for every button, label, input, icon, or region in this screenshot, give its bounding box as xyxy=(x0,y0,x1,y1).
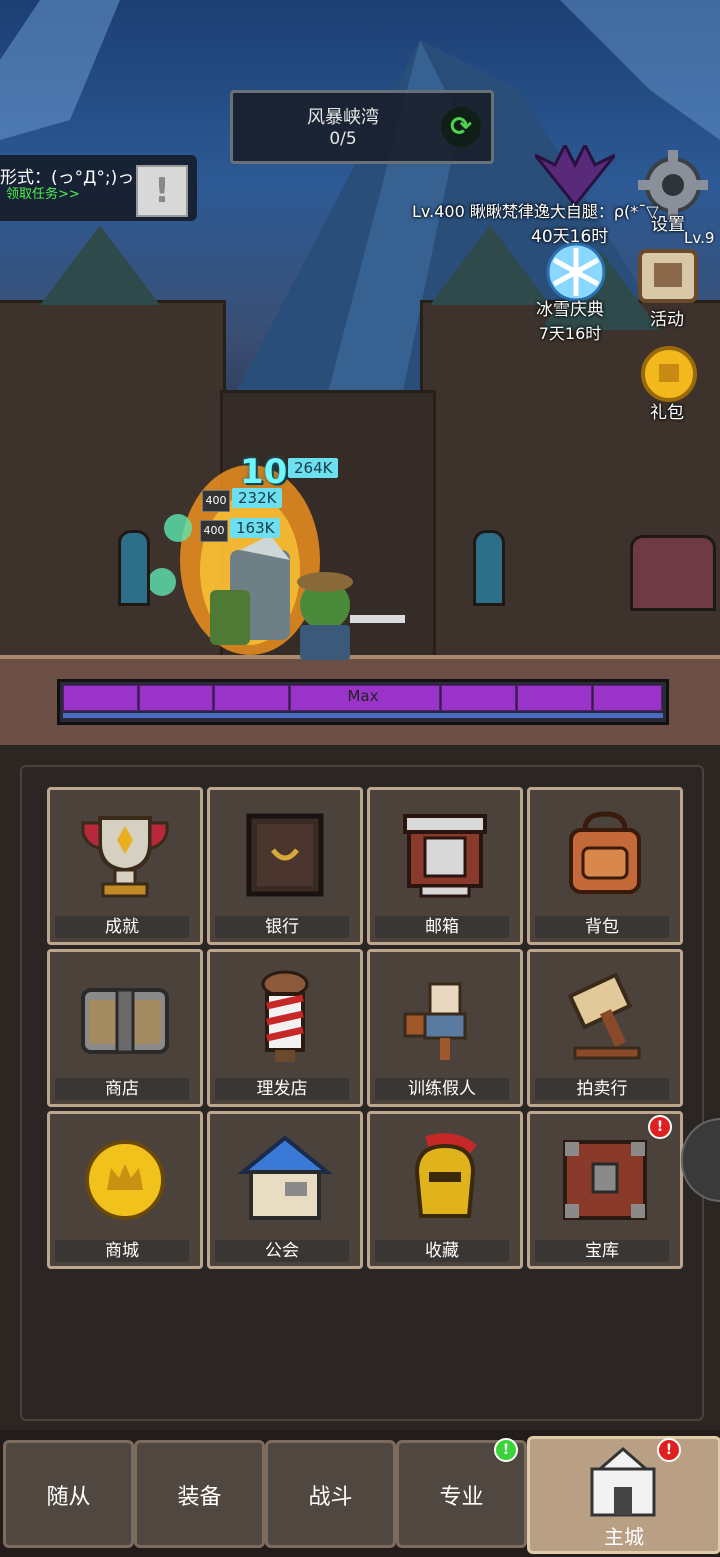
tile-label: 训练假人 xyxy=(375,1078,509,1100)
tile-label: 理发店 xyxy=(215,1078,349,1100)
hp-sub-bar xyxy=(63,713,663,718)
tile-label: 收藏 xyxy=(375,1240,509,1262)
claim-quest-link[interactable]: 领取任务>> xyxy=(6,183,80,202)
gavel-icon xyxy=(567,972,641,1060)
mailbox-icon xyxy=(403,814,487,898)
training-dummy-icon xyxy=(403,982,467,1060)
tile-label: 商店 xyxy=(55,1078,189,1100)
nav-label: 战斗 xyxy=(308,1485,353,1510)
stage-name: 风暴峡湾 xyxy=(307,107,379,128)
crown-coin-icon xyxy=(85,1140,165,1220)
window xyxy=(118,530,150,606)
gift-button[interactable]: 礼包 xyxy=(650,398,684,423)
scroll-icon[interactable] xyxy=(632,245,704,307)
trophy-icon xyxy=(81,816,169,898)
achievement-tile[interactable]: 成就 xyxy=(47,787,203,945)
roof-left xyxy=(40,225,160,305)
settings-label: 设置 xyxy=(651,215,685,235)
nav-label: 专业 xyxy=(439,1485,484,1510)
settings-button[interactable]: 设置 xyxy=(651,210,685,235)
nav-equipment[interactable]: 装备 xyxy=(134,1440,265,1548)
auction-tile[interactable]: 拍卖行 xyxy=(527,949,683,1107)
snow-festival-button[interactable]: 冰雪庆典 7天16时 xyxy=(536,295,604,344)
refresh-icon[interactable]: ⟳ xyxy=(441,107,481,147)
vault-crate-icon xyxy=(563,1140,647,1220)
tile-label: 银行 xyxy=(215,916,349,938)
mall-tile[interactable]: 商城 xyxy=(47,1111,203,1269)
activity-label: 活动 xyxy=(650,310,684,330)
snow-festival-timer: 7天16时 xyxy=(538,324,602,343)
quest-panel[interactable]: 形式：(っ°Д°;)っ 领取任务>> ! xyxy=(0,155,197,221)
backpack-tile[interactable]: 背包 xyxy=(527,787,683,945)
doorway xyxy=(630,535,716,611)
chest-icon xyxy=(81,988,169,1054)
activity-button[interactable]: 活动 xyxy=(650,305,684,330)
damage-number: 163K xyxy=(230,518,281,538)
damage-number: 264K xyxy=(288,458,339,478)
tile-label: 商城 xyxy=(55,1240,189,1262)
guild-house-icon xyxy=(237,1135,333,1220)
guild-tile[interactable]: 公会 xyxy=(207,1111,363,1269)
hp-bar: Max xyxy=(57,679,669,725)
nav-label: 随从 xyxy=(46,1485,91,1510)
barber-pole-icon xyxy=(261,970,309,1062)
stage-panel: 风暴峡湾 0/5 ⟳ xyxy=(230,90,494,164)
training-dummy-tile[interactable]: 训练假人 xyxy=(367,949,523,1107)
bank-tile[interactable]: 银行 xyxy=(207,787,363,945)
hp-max-label: Max xyxy=(347,687,379,705)
castle-icon xyxy=(590,1447,656,1517)
backpack-icon xyxy=(569,811,641,894)
tile-label: 邮箱 xyxy=(375,916,509,938)
tile-label: 拍卖行 xyxy=(535,1078,669,1100)
tile-label: 宝库 xyxy=(535,1240,669,1262)
snowflake-icon[interactable] xyxy=(540,242,612,302)
shop-tile[interactable]: 商店 xyxy=(47,949,203,1107)
bottom-nav: 随从 装备 战斗 专业 ! 主城 ! xyxy=(0,1430,720,1557)
snow-festival-label: 冰雪庆典 xyxy=(536,300,604,320)
exclamation-icon[interactable]: ! xyxy=(136,165,188,217)
tile-label: 成就 xyxy=(55,916,189,938)
player-info: Lv.400 瞅瞅梵律逸大自腿：ρ(*ˉ▽ xyxy=(412,202,659,221)
gold-coin-icon[interactable] xyxy=(640,345,698,403)
nav-followers[interactable]: 随从 xyxy=(3,1440,134,1548)
collection-tile[interactable]: 收藏 xyxy=(367,1111,523,1269)
main-city-alert-badge: ! xyxy=(657,1438,681,1462)
damage-number: 232K xyxy=(232,488,283,508)
city-menu-panel: 成就 银行 邮箱 背包 商店 理发店 训练假人 拍卖行 商城 公会 收藏 宝库 xyxy=(20,765,704,1421)
safe-icon xyxy=(246,813,324,897)
stage-progress: 0/5 xyxy=(329,129,357,149)
helmet-icon xyxy=(414,1133,477,1218)
profession-alert-badge: ! xyxy=(494,1438,518,1462)
battle-scene: 10 264K 400 232K 400 163K 风暴峡湾 0/5 ⟳ 形式：… xyxy=(0,0,720,745)
gift-label: 礼包 xyxy=(650,403,684,423)
nav-battle[interactable]: 战斗 xyxy=(265,1440,396,1548)
nav-label: 主城 xyxy=(604,1525,644,1549)
level-tag: 400 xyxy=(200,520,228,542)
combo-counter: 10 xyxy=(240,452,288,492)
level-tag: 400 xyxy=(202,490,230,512)
nav-label: 装备 xyxy=(177,1485,222,1510)
nav-main-city[interactable]: 主城 xyxy=(527,1436,720,1554)
tile-label: 背包 xyxy=(535,916,669,938)
barber-tile[interactable]: 理发店 xyxy=(207,949,363,1107)
vault-alert-badge: ! xyxy=(648,1115,672,1139)
tile-label: 公会 xyxy=(215,1240,349,1262)
mailbox-tile[interactable]: 邮箱 xyxy=(367,787,523,945)
window xyxy=(473,530,505,606)
